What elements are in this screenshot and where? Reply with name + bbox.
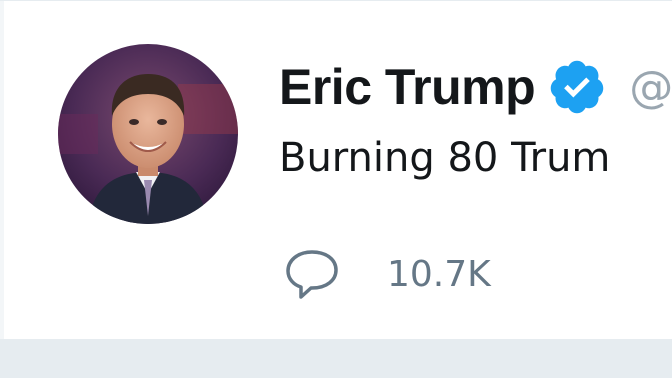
author-display-name[interactable]: Eric Trump — [279, 58, 536, 116]
tweet-text: Burning 80 Trum — [279, 135, 611, 181]
avatar[interactable] — [58, 44, 238, 224]
at-sign-icon: @ — [629, 61, 672, 113]
timeline-edge — [0, 1, 4, 339]
reply-bubble-icon — [286, 250, 338, 299]
tweet-actions: 10.7K — [283, 246, 491, 302]
reply-count: 10.7K — [387, 253, 491, 295]
tweet-header: Eric Trump @ — [279, 51, 672, 123]
reply-button[interactable] — [283, 246, 341, 302]
avatar-photo — [58, 44, 238, 224]
tweet-body: Eric Trump @ Burning 80 Trum — [279, 51, 672, 181]
verified-badge-icon — [547, 57, 607, 117]
tweet-card[interactable]: Eric Trump @ Burning 80 Trum 10.7K — [0, 0, 672, 340]
